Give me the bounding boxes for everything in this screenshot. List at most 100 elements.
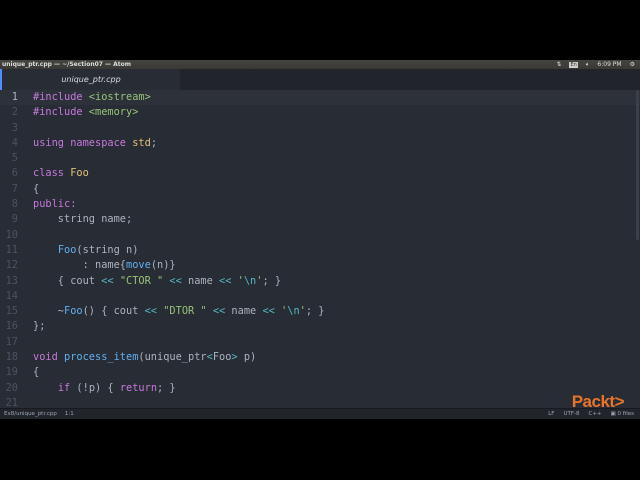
code-token: <iostream>: [88, 91, 151, 103]
code-editor[interactable]: 1 #include <iostream> 2 #include <memory> 3 4…: [0, 90, 640, 408]
code-line[interactable]: 6 class Foo: [0, 166, 640, 181]
line-number: 5: [11, 152, 18, 165]
code-token: ; }: [305, 305, 325, 318]
code-line[interactable]: 4 using namespace std;: [0, 136, 640, 151]
window-title: unique_ptr.cpp — ~/Section07 — Atom: [2, 61, 132, 68]
status-bar: Ex8/unique_ptr.cpp 1:1 LF UTF-8 C++ ▣ 0 …: [0, 408, 640, 419]
line-number: 18: [5, 351, 18, 364]
line-number: 6: [11, 167, 18, 180]
line-number: 15: [5, 305, 18, 318]
code-token: string name;: [33, 213, 133, 226]
code-token: name: [181, 274, 220, 287]
code-token: <<: [169, 274, 182, 287]
code-line[interactable]: 15 ~Foo() { cout << "DTOR " << name << '…: [0, 304, 640, 319]
code-line[interactable]: 14: [0, 289, 640, 304]
line-number: 10: [5, 228, 18, 241]
clock[interactable]: 6:09 PM: [597, 61, 621, 68]
code-line[interactable]: 10: [0, 228, 640, 243]
line-number: 16: [5, 320, 18, 333]
status-line-ending[interactable]: LF: [548, 411, 554, 417]
code-token: if: [57, 381, 71, 394]
code-line[interactable]: 3: [0, 121, 640, 136]
code-token: void: [33, 351, 64, 364]
line-number: 8: [11, 198, 18, 211]
code-token: move: [126, 259, 151, 272]
code-token: Foo: [212, 351, 232, 364]
line-number: 20: [5, 381, 18, 394]
tab-label: unique_ptr.cpp: [61, 75, 121, 84]
code-token: <<: [219, 274, 232, 287]
status-file-path[interactable]: Ex8/unique_ptr.cpp: [4, 411, 57, 417]
code-token: (string n): [76, 243, 139, 256]
code-token: name: [225, 305, 263, 318]
code-line[interactable]: 5: [0, 151, 640, 166]
code-token: #include: [33, 106, 89, 119]
line-number: 21: [5, 396, 18, 408]
network-icon[interactable]: ⇅: [556, 61, 561, 68]
code-line[interactable]: 20 if (!p) { return; }: [0, 381, 640, 396]
code-token: <<: [212, 305, 226, 318]
code-token: ~: [33, 305, 64, 318]
code-token: { cout: [33, 274, 102, 287]
code-token: p): [237, 351, 257, 364]
code-token: \n: [243, 274, 257, 287]
code-token: {: [33, 366, 40, 379]
vertical-scrollbar[interactable]: [636, 90, 639, 240]
code-token: return: [119, 381, 158, 394]
line-number: 19: [5, 366, 18, 379]
code-token: class: [33, 167, 71, 180]
line-number: 1: [11, 91, 18, 103]
code-token: ; }: [262, 274, 282, 287]
code-line[interactable]: 17: [0, 335, 640, 350]
code-token: "DTOR ": [163, 305, 207, 318]
code-token: ;: [150, 136, 158, 149]
code-line[interactable]: 9 string name;: [0, 212, 640, 227]
code-line[interactable]: 1 #include <iostream>: [0, 90, 640, 106]
line-number: 14: [5, 289, 18, 302]
code-token: "CTOR ": [119, 274, 164, 287]
line-number: 12: [5, 259, 18, 272]
code-token: (unique_ptr: [138, 351, 207, 364]
code-line[interactable]: 16};: [0, 319, 640, 334]
code-token: : name{: [33, 259, 126, 272]
code-token: ; }: [157, 381, 176, 394]
packt-logo: Packt>: [571, 392, 625, 411]
code-token: Foo: [57, 243, 77, 256]
code-token: () { cout: [82, 305, 145, 318]
tab-unique-ptr-cpp[interactable]: unique_ptr.cpp: [0, 69, 180, 90]
keyboard-layout-indicator[interactable]: En: [569, 61, 578, 68]
tab-bar: unique_ptr.cpp: [0, 69, 640, 90]
code-line[interactable]: 8 public:: [0, 197, 640, 212]
code-token: <<: [144, 305, 158, 318]
code-token: Foo: [64, 305, 83, 318]
code-token: (!p) {: [70, 381, 120, 394]
code-line[interactable]: 21: [0, 396, 640, 408]
code-line[interactable]: 7{: [0, 182, 640, 197]
code-token: using namespace: [33, 136, 133, 149]
code-token: };: [33, 320, 46, 333]
line-number: 9: [11, 213, 18, 226]
line-number: 4: [11, 136, 18, 149]
code-line[interactable]: 13 { cout << "CTOR " << name << '\n'; }: [0, 274, 640, 289]
code-token: process_item: [64, 351, 139, 364]
code-line[interactable]: 12 : name{move(n)}: [0, 258, 640, 273]
line-number: 17: [5, 335, 18, 348]
code-token: std: [132, 136, 151, 149]
line-number: 2: [11, 106, 18, 119]
code-token: <<: [101, 274, 114, 287]
status-cursor-position[interactable]: 1:1: [65, 411, 74, 417]
code-token: public:: [33, 198, 77, 211]
gear-icon[interactable]: ⚙: [630, 61, 635, 68]
code-line[interactable]: 18 void process_item(unique_ptr<Foo> p): [0, 350, 640, 365]
code-line[interactable]: 11 Foo(string n): [0, 243, 640, 258]
code-token: <memory>: [88, 106, 139, 119]
title-bar: unique_ptr.cpp — ~/Section07 — Atom ⇅ En…: [0, 60, 640, 69]
code-line[interactable]: 2 #include <memory>: [0, 105, 640, 120]
volume-icon[interactable]: 🔈︎: [586, 61, 590, 69]
line-number: 7: [11, 182, 18, 195]
code-line[interactable]: 19 {: [0, 365, 640, 380]
line-number: 13: [5, 274, 18, 287]
code-token: Foo: [70, 167, 89, 180]
